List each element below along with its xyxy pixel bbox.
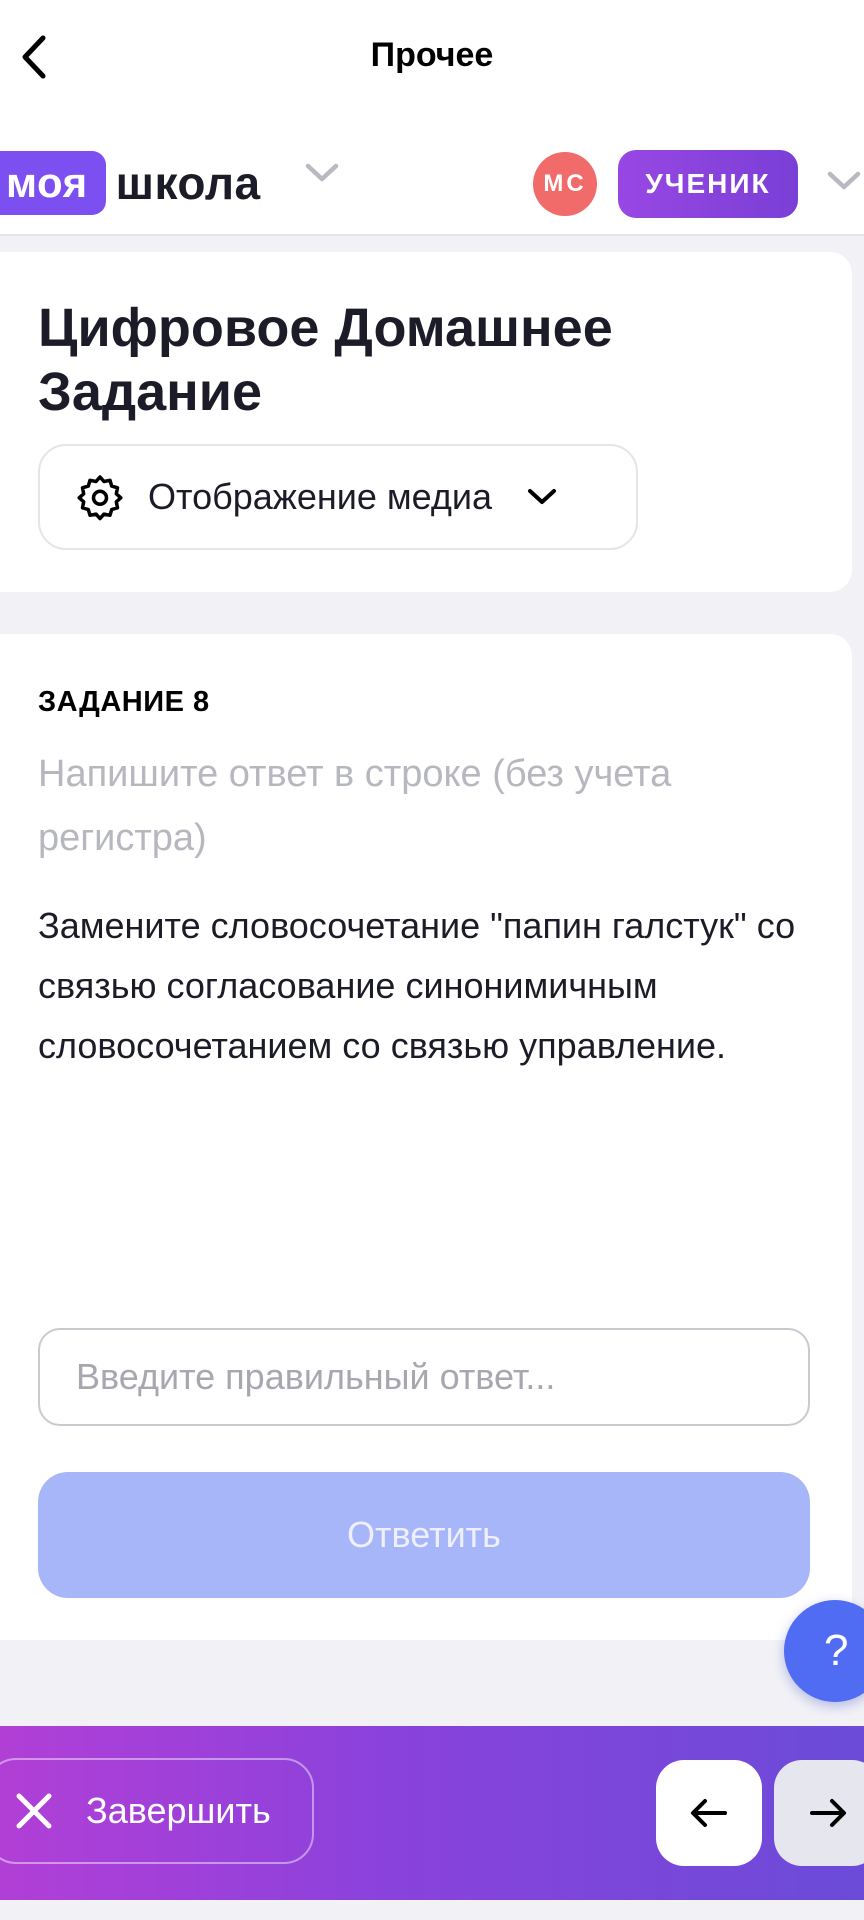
task-card: ЗАДАНИЕ 8 Напишите ответ в строке (без у… [0,634,852,1640]
gear-icon [77,475,123,521]
chevron-down-icon [528,489,557,504]
finish-label: Завершить [86,1790,271,1831]
role-badge[interactable]: УЧЕНИК [618,150,798,218]
media-display-select[interactable]: Отображение медиа [38,444,638,550]
logo-text-shkola: школа [115,157,261,209]
submit-answer-button[interactable]: Ответить [38,1472,810,1598]
finish-button[interactable]: Завершить [0,1758,314,1864]
previous-task-button[interactable] [656,1760,762,1866]
nav-title: Прочее [370,36,494,74]
close-icon [16,1793,52,1829]
chevron-down-icon[interactable] [304,162,340,184]
task-hint: Напишите ответ в строке (без учета регис… [38,753,672,859]
question-icon: ? [824,1626,849,1675]
top-navigation-bar: Прочее [0,0,864,118]
app-logo[interactable]: моя школа [0,151,261,215]
media-select-label: Отображение медиа [148,476,493,517]
answer-input[interactable] [38,1328,810,1426]
task-text: Замените словосочетание "папин галстук" … [38,905,796,1066]
logo-text-moya: моя [0,151,106,215]
arrow-left-icon [691,1799,727,1827]
chevron-down-icon[interactable] [826,170,862,192]
next-task-button[interactable] [774,1760,864,1866]
page-title: Цифровое Домашнее Задание [38,298,613,422]
bottom-action-bar: Завершить [0,1726,864,1900]
arrow-right-icon [810,1799,846,1827]
task-number: ЗАДАНИЕ 8 [38,686,210,718]
assignment-header-card: Цифровое Домашнее Задание Отображение ме… [0,252,852,592]
user-avatar[interactable]: МС [533,152,597,216]
